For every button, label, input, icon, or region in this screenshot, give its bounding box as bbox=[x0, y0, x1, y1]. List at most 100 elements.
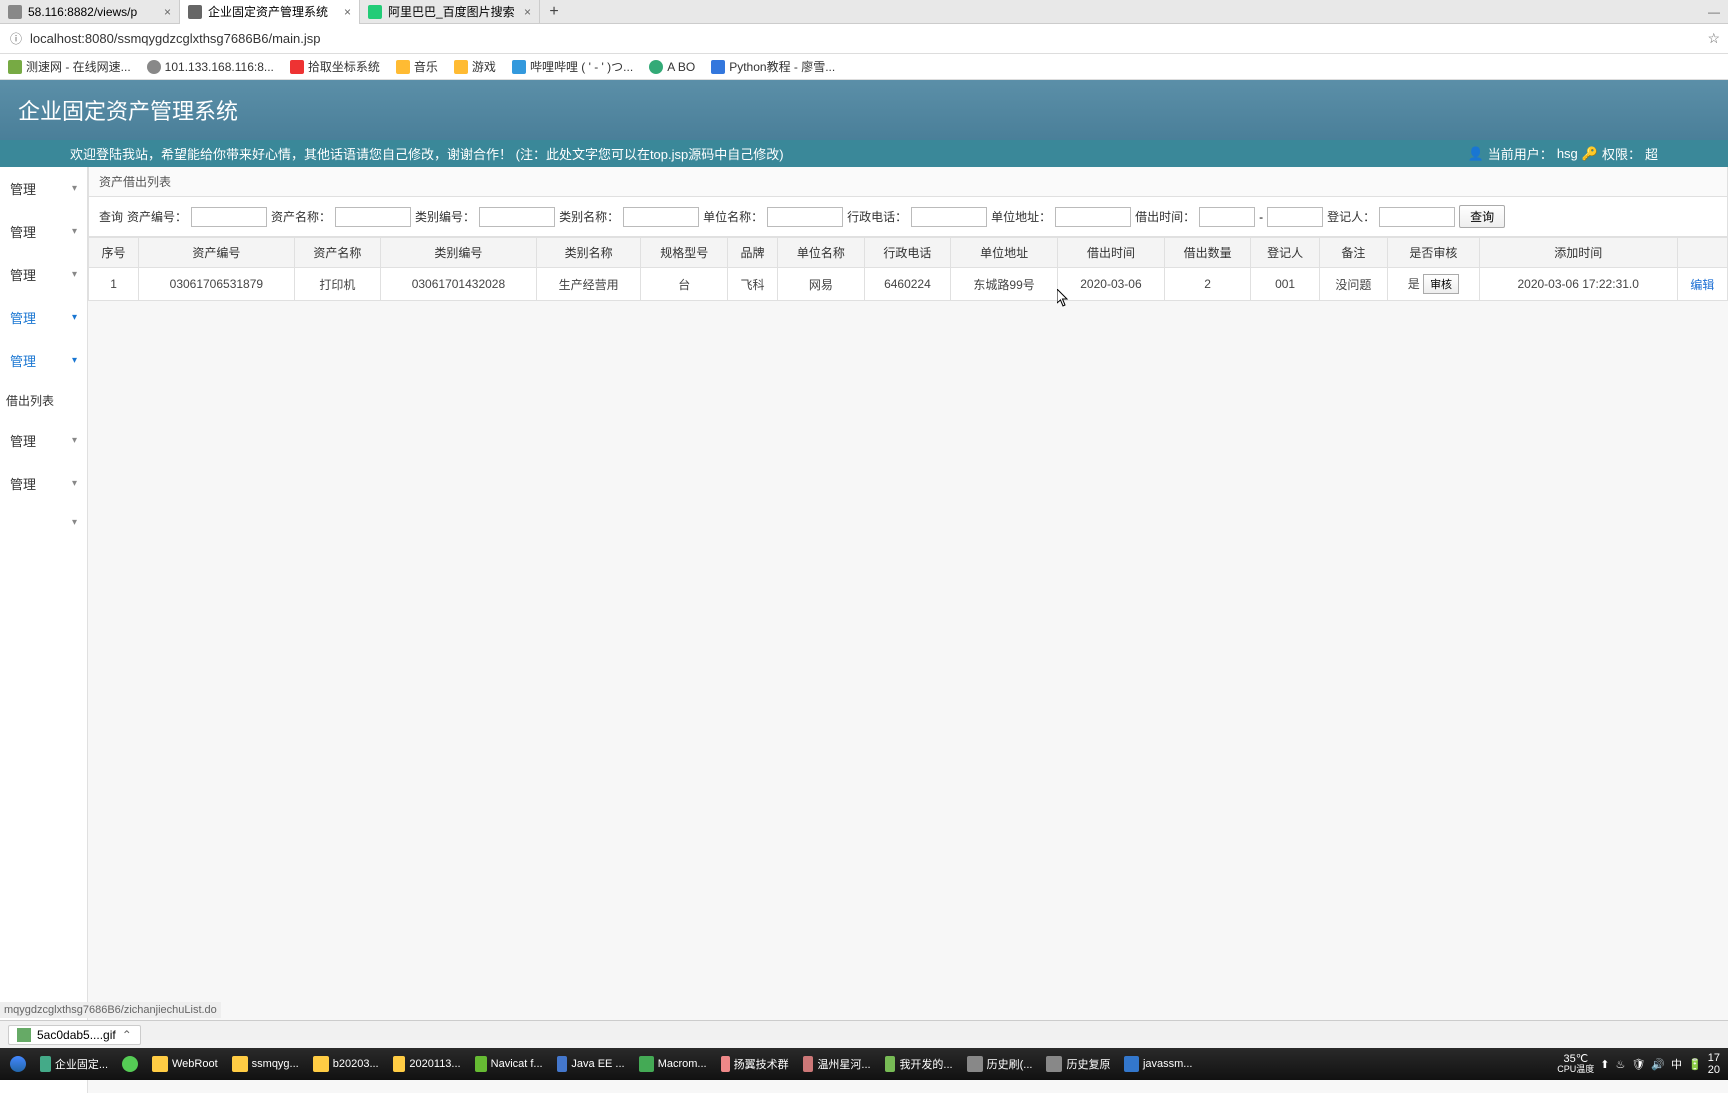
bookmark-item[interactable]: 测速网 - 在线网速... bbox=[8, 58, 131, 75]
th-asset-no: 资产编号 bbox=[139, 238, 295, 268]
cell-note: 没问题 bbox=[1319, 268, 1387, 301]
taskbar-app[interactable]: javassm... bbox=[1118, 1054, 1198, 1074]
bookmark-item[interactable]: 哔哩哔哩 ( ' - ' )つ... bbox=[512, 58, 633, 75]
edit-link[interactable]: 编辑 bbox=[1690, 278, 1714, 292]
input-lend-time-to[interactable] bbox=[1267, 207, 1323, 227]
bookmark-item[interactable]: 游戏 bbox=[454, 58, 496, 75]
browser-tab-0[interactable]: 58.116:8882/views/p × bbox=[0, 0, 180, 24]
label-addr: 单位地址： bbox=[991, 208, 1051, 225]
info-icon[interactable]: ⓘ bbox=[8, 31, 24, 47]
cell-addr: 东城路99号 bbox=[951, 268, 1058, 301]
sidebar-item-2[interactable]: 管理▾ bbox=[0, 253, 87, 296]
taskbar-app[interactable]: ssmqyg... bbox=[226, 1054, 305, 1074]
th-brand: 品牌 bbox=[728, 238, 778, 268]
th-cat-name: 类别名称 bbox=[536, 238, 641, 268]
audit-button[interactable]: 审核 bbox=[1423, 274, 1459, 294]
label-unit-name: 单位名称： bbox=[703, 208, 763, 225]
key-icon: 🔑 bbox=[1582, 146, 1598, 162]
panel-title: 资产借出列表 bbox=[88, 167, 1728, 197]
close-icon[interactable]: × bbox=[164, 5, 171, 19]
clock[interactable]: 17 20 bbox=[1708, 1052, 1720, 1076]
tab-favicon bbox=[368, 5, 382, 19]
taskbar-app[interactable] bbox=[116, 1054, 144, 1074]
address-bar: ⓘ localhost:8080/ssmqygdzcglxthsg7686B6/… bbox=[0, 24, 1728, 54]
cell-spec: 台 bbox=[641, 268, 728, 301]
taskbar-app[interactable]: 历史复原 bbox=[1040, 1054, 1116, 1074]
app-icon bbox=[122, 1056, 138, 1072]
windows-icon bbox=[10, 1056, 26, 1072]
taskbar: 企业固定... WebRoot ssmqyg... b20203... 2020… bbox=[0, 1048, 1728, 1080]
download-item[interactable]: 5ac0dab5....gif ⌃ bbox=[8, 1025, 141, 1045]
folder-icon bbox=[313, 1056, 329, 1072]
tab-favicon bbox=[188, 5, 202, 19]
input-asset-no[interactable] bbox=[191, 207, 267, 227]
bookmark-icon bbox=[290, 60, 304, 74]
sidebar-item-3[interactable]: 管理▾ bbox=[0, 296, 87, 339]
sidebar-item-0[interactable]: 管理▾ bbox=[0, 167, 87, 210]
chevron-down-icon: ▾ bbox=[72, 517, 77, 528]
tray-icon[interactable]: 🛡 bbox=[1631, 1058, 1645, 1071]
tray-icon[interactable]: 🔋 bbox=[1688, 1058, 1702, 1071]
taskbar-app[interactable]: 企业固定... bbox=[34, 1054, 114, 1074]
taskbar-app[interactable]: WebRoot bbox=[146, 1054, 224, 1074]
new-tab-button[interactable]: + bbox=[540, 3, 568, 21]
input-cat-name[interactable] bbox=[623, 207, 699, 227]
folder-icon bbox=[393, 1056, 406, 1072]
app-icon bbox=[803, 1056, 814, 1072]
browser-tab-2[interactable]: 阿里巴巴_百度图片搜索 × bbox=[360, 0, 540, 24]
input-addr[interactable] bbox=[1055, 207, 1131, 227]
folder-icon bbox=[232, 1056, 248, 1072]
start-button[interactable] bbox=[4, 1054, 32, 1074]
bookmark-icon bbox=[147, 60, 161, 74]
tray-icon[interactable]: ♨ bbox=[1616, 1058, 1626, 1071]
close-icon[interactable]: × bbox=[524, 5, 531, 19]
app-icon bbox=[40, 1056, 51, 1072]
label-asset-no: 资产编号： bbox=[127, 208, 187, 225]
chevron-up-icon[interactable]: ⌃ bbox=[122, 1028, 132, 1042]
temperature-widget[interactable]: 35℃ CPU温度 bbox=[1557, 1053, 1594, 1075]
bookmark-item[interactable]: 音乐 bbox=[396, 58, 438, 75]
bookmark-star-icon[interactable]: ☆ bbox=[1707, 30, 1720, 47]
input-asset-name[interactable] bbox=[335, 207, 411, 227]
minimize-icon[interactable]: — bbox=[1700, 5, 1728, 19]
cell-addtime: 2020-03-06 17:22:31.0 bbox=[1479, 268, 1677, 301]
tray-icon[interactable]: 🔊 bbox=[1651, 1058, 1665, 1071]
input-cat-no[interactable] bbox=[479, 207, 555, 227]
input-phone[interactable] bbox=[911, 207, 987, 227]
bookmark-item[interactable]: Python教程 - 廖雪... bbox=[711, 58, 835, 75]
input-lend-time-from[interactable] bbox=[1199, 207, 1255, 227]
sidebar-item-4[interactable]: 管理▾ bbox=[0, 339, 87, 382]
bookmark-item[interactable]: 101.133.168.116:8... bbox=[147, 60, 274, 74]
chevron-down-icon: ▾ bbox=[72, 435, 77, 446]
content-area: 资产借出列表 查询 资产编号： 资产名称： 类别编号： 类别名称： 单位名称： … bbox=[88, 167, 1728, 1093]
url-display[interactable]: localhost:8080/ssmqygdzcglxthsg7686B6/ma… bbox=[30, 31, 1701, 46]
taskbar-app[interactable]: Macrom... bbox=[633, 1054, 713, 1074]
taskbar-app[interactable]: 历史刷(... bbox=[961, 1054, 1039, 1074]
taskbar-app[interactable]: b20203... bbox=[307, 1054, 385, 1074]
browser-tab-1[interactable]: 企业固定资产管理系统 × bbox=[180, 0, 360, 24]
browser-tab-strip: 58.116:8882/views/p × 企业固定资产管理系统 × 阿里巴巴_… bbox=[0, 0, 1728, 24]
taskbar-app[interactable]: 我开发的... bbox=[879, 1054, 959, 1074]
query-button[interactable]: 查询 bbox=[1459, 205, 1505, 228]
sidebar-item-6[interactable]: 管理▾ bbox=[0, 462, 87, 505]
tray-ime[interactable]: 中 bbox=[1671, 1056, 1682, 1072]
sidebar-item-7[interactable]: ▾ bbox=[0, 505, 87, 540]
bookmark-item[interactable]: 拾取坐标系统 bbox=[290, 58, 380, 75]
sidebar-item-5[interactable]: 管理▾ bbox=[0, 419, 87, 462]
input-registrar[interactable] bbox=[1379, 207, 1455, 227]
tab-title: 企业固定资产管理系统 bbox=[208, 3, 328, 20]
bookmark-icon bbox=[711, 60, 725, 74]
taskbar-app[interactable]: 2020113... bbox=[387, 1054, 467, 1074]
tray-icon[interactable]: ⬆ bbox=[1600, 1058, 1609, 1071]
sidebar: 管理▾ 管理▾ 管理▾ 管理▾ 管理▾ 借出列表 管理▾ 管理▾ ▾ bbox=[0, 167, 88, 1093]
taskbar-app[interactable]: 扬翼技术群 bbox=[715, 1054, 795, 1074]
taskbar-app[interactable]: Navicat f... bbox=[469, 1054, 549, 1074]
close-icon[interactable]: × bbox=[344, 5, 351, 19]
bookmark-item[interactable]: A BO bbox=[649, 60, 695, 74]
sidebar-item-1[interactable]: 管理▾ bbox=[0, 210, 87, 253]
input-unit-name[interactable] bbox=[767, 207, 843, 227]
taskbar-app[interactable]: Java EE ... bbox=[551, 1054, 631, 1074]
table-header-row: 序号 资产编号 资产名称 类别编号 类别名称 规格型号 品牌 单位名称 行政电话… bbox=[89, 238, 1728, 268]
taskbar-app[interactable]: 温州星河... bbox=[797, 1054, 877, 1074]
sidebar-subitem-lendlist[interactable]: 借出列表 bbox=[0, 382, 87, 419]
